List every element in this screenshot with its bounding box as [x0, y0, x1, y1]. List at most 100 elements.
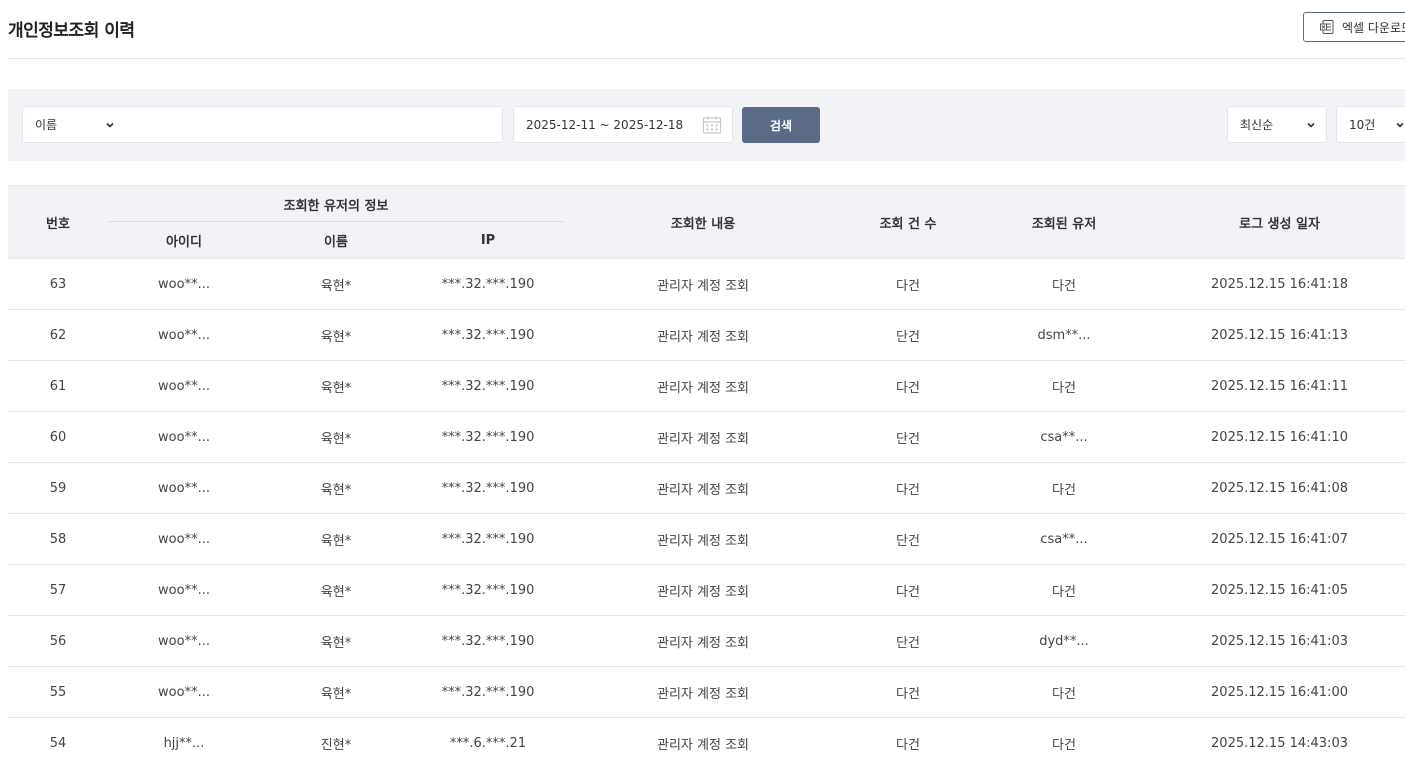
- cell-created: 2025.12.15 16:41:18: [1154, 258, 1405, 310]
- col-header-viewer-group: 조회한 유저의 정보: [108, 185, 565, 222]
- cell-name: 육현*: [260, 411, 412, 463]
- cell-target: csa**...: [974, 411, 1155, 463]
- cell-ip: ***.32.***.190: [412, 513, 565, 565]
- search-type-select[interactable]: 이름: [23, 107, 123, 142]
- cell-content: 관리자 계정 조회: [564, 513, 843, 565]
- cell-count: 다건: [842, 666, 975, 718]
- cell-content: 관리자 계정 조회: [564, 615, 843, 667]
- date-range-value: 2025-12-11 ~ 2025-12-18: [526, 117, 684, 132]
- page-size-value: 10건: [1349, 118, 1376, 132]
- col-header-viewer-id: 아이디: [108, 222, 260, 259]
- cell-name: 육현*: [260, 309, 412, 361]
- cell-count: 다건: [842, 564, 975, 616]
- col-header-created: 로그 생성 일자: [1154, 185, 1405, 259]
- cell-created: 2025.12.15 16:41:03: [1154, 615, 1405, 667]
- log-table: 번호 조회한 유저의 정보 조회한 내용 조회 건 수 조회된 유저 로그 생성…: [8, 185, 1405, 768]
- table-row[interactable]: 59 woo**... 육현* ***.32.***.190 관리자 계정 조회…: [8, 462, 1405, 514]
- cell-ip: ***.32.***.190: [412, 462, 565, 514]
- cell-no: 62: [8, 309, 108, 361]
- cell-count: 다건: [842, 462, 975, 514]
- cell-target: 다건: [974, 462, 1155, 514]
- privacy-access-log-page: 개인정보조회 이력 엑셀 다운로드 이름 2025-12-: [0, 0, 1405, 768]
- cell-no: 56: [8, 615, 108, 667]
- cell-content: 관리자 계정 조회: [564, 360, 843, 412]
- excel-icon: [1320, 20, 1334, 34]
- cell-created: 2025.12.15 16:41:08: [1154, 462, 1405, 514]
- excel-download-label: 엑셀 다운로드: [1342, 20, 1405, 35]
- page-title: 개인정보조회 이력: [8, 21, 135, 41]
- cell-created: 2025.12.15 16:41:11: [1154, 360, 1405, 412]
- excel-download-button[interactable]: 엑셀 다운로드: [1303, 12, 1405, 42]
- table-row[interactable]: 62 woo**... 육현* ***.32.***.190 관리자 계정 조회…: [8, 309, 1405, 361]
- chevron-down-icon: [1307, 122, 1315, 128]
- cell-id: woo**...: [108, 666, 260, 718]
- table-row[interactable]: 58 woo**... 육현* ***.32.***.190 관리자 계정 조회…: [8, 513, 1405, 565]
- page-size-select[interactable]: 10건: [1336, 106, 1405, 143]
- cell-count: 단건: [842, 411, 975, 463]
- cell-ip: ***.32.***.190: [412, 411, 565, 463]
- table-row[interactable]: 56 woo**... 육현* ***.32.***.190 관리자 계정 조회…: [8, 615, 1405, 667]
- sort-select[interactable]: 최신순: [1227, 106, 1327, 143]
- cell-no: 59: [8, 462, 108, 514]
- date-range-picker[interactable]: 2025-12-11 ~ 2025-12-18: [513, 106, 733, 143]
- chevron-down-icon: [106, 122, 114, 128]
- search-input[interactable]: [123, 107, 502, 142]
- log-table-container: 번호 조회한 유저의 정보 조회한 내용 조회 건 수 조회된 유저 로그 생성…: [8, 185, 1405, 768]
- table-row[interactable]: 60 woo**... 육현* ***.32.***.190 관리자 계정 조회…: [8, 411, 1405, 463]
- cell-content: 관리자 계정 조회: [564, 666, 843, 718]
- search-field: 이름: [22, 106, 503, 143]
- cell-content: 관리자 계정 조회: [564, 258, 843, 310]
- cell-name: 육현*: [260, 615, 412, 667]
- cell-target: dsm**...: [974, 309, 1155, 361]
- col-header-count: 조회 건 수: [842, 185, 975, 259]
- col-header-no: 번호: [8, 185, 108, 259]
- cell-id: woo**...: [108, 258, 260, 310]
- cell-count: 다건: [842, 258, 975, 310]
- cell-id: woo**...: [108, 615, 260, 667]
- cell-name: 육현*: [260, 513, 412, 565]
- cell-created: 2025.12.15 16:41:10: [1154, 411, 1405, 463]
- col-header-target: 조회된 유저: [974, 185, 1155, 259]
- cell-no: 54: [8, 717, 108, 768]
- cell-id: woo**...: [108, 564, 260, 616]
- cell-target: 다건: [974, 258, 1155, 310]
- table-row[interactable]: 57 woo**... 육현* ***.32.***.190 관리자 계정 조회…: [8, 564, 1405, 616]
- cell-ip: ***.32.***.190: [412, 615, 565, 667]
- cell-name: 진현*: [260, 717, 412, 768]
- filter-bar: 이름 2025-12-11 ~ 2025-12-18 검색 최신순 10건: [8, 89, 1405, 161]
- cell-no: 63: [8, 258, 108, 310]
- cell-target: 다건: [974, 360, 1155, 412]
- cell-content: 관리자 계정 조회: [564, 462, 843, 514]
- search-button[interactable]: 검색: [742, 107, 820, 143]
- cell-ip: ***.32.***.190: [412, 666, 565, 718]
- cell-created: 2025.12.15 16:41:00: [1154, 666, 1405, 718]
- cell-id: woo**...: [108, 411, 260, 463]
- cell-id: woo**...: [108, 462, 260, 514]
- cell-id: woo**...: [108, 513, 260, 565]
- cell-ip: ***.32.***.190: [412, 564, 565, 616]
- search-type-value: 이름: [35, 118, 58, 132]
- col-header-viewer-ip: IP: [412, 222, 565, 259]
- table-row[interactable]: 54 hjj**... 진현* ***.6.***.21 관리자 계정 조회 다…: [8, 717, 1405, 768]
- cell-name: 육현*: [260, 258, 412, 310]
- cell-count: 다건: [842, 360, 975, 412]
- cell-content: 관리자 계정 조회: [564, 717, 843, 768]
- cell-content: 관리자 계정 조회: [564, 564, 843, 616]
- table-row[interactable]: 61 woo**... 육현* ***.32.***.190 관리자 계정 조회…: [8, 360, 1405, 412]
- calendar-icon[interactable]: [702, 115, 722, 135]
- cell-ip: ***.32.***.190: [412, 360, 565, 412]
- table-row[interactable]: 63 woo**... 육현* ***.32.***.190 관리자 계정 조회…: [8, 258, 1405, 310]
- col-header-viewer-name: 이름: [260, 222, 412, 259]
- col-header-content: 조회한 내용: [564, 185, 843, 259]
- chevron-down-icon: [1396, 122, 1404, 128]
- cell-name: 육현*: [260, 462, 412, 514]
- page-header: 개인정보조회 이력 엑셀 다운로드: [8, 0, 1405, 59]
- cell-content: 관리자 계정 조회: [564, 411, 843, 463]
- cell-target: 다건: [974, 717, 1155, 768]
- cell-target: 다건: [974, 666, 1155, 718]
- cell-name: 육현*: [260, 666, 412, 718]
- table-row[interactable]: 55 woo**... 육현* ***.32.***.190 관리자 계정 조회…: [8, 666, 1405, 718]
- cell-target: csa**...: [974, 513, 1155, 565]
- cell-ip: ***.6.***.21: [412, 717, 565, 768]
- cell-id: woo**...: [108, 309, 260, 361]
